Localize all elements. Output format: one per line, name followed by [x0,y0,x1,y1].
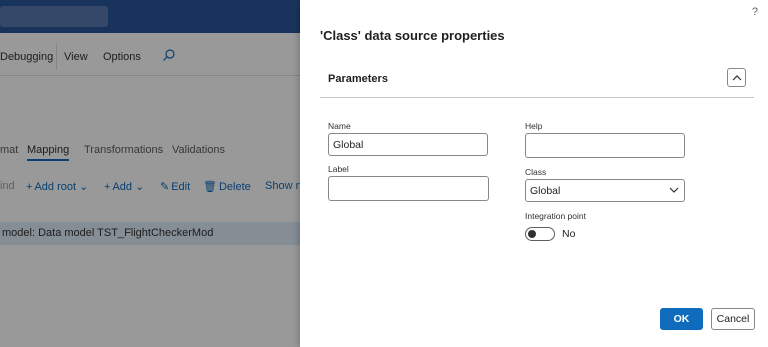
label-label: Label [328,164,349,174]
chevron-up-icon [732,75,742,81]
section-title: Parameters [328,73,388,85]
name-field[interactable]: Global [328,133,488,156]
modal-overlay[interactable] [0,0,300,347]
help-label: Help [525,121,543,131]
name-label: Name [328,121,351,131]
class-select[interactable]: Global [525,179,685,202]
collapse-button[interactable] [727,68,746,87]
panel-title: 'Class' data source properties [320,28,505,43]
data-source-properties-panel: ? 'Class' data source properties Paramet… [300,0,768,347]
help-icon[interactable]: ? [752,6,758,18]
label-field[interactable] [328,176,489,201]
integration-point-label: Integration point [525,211,586,221]
class-label: Class [525,167,547,177]
class-select-value: Global [530,185,561,197]
ok-button[interactable]: OK [660,308,703,330]
integration-point-value: No [562,228,576,240]
help-field[interactable] [525,133,685,158]
chevron-down-icon [669,187,679,193]
parameters-section-header[interactable]: Parameters [320,62,754,98]
toggle-knob [528,230,536,238]
cancel-button[interactable]: Cancel [711,308,755,330]
integration-point-toggle[interactable] [525,227,555,241]
